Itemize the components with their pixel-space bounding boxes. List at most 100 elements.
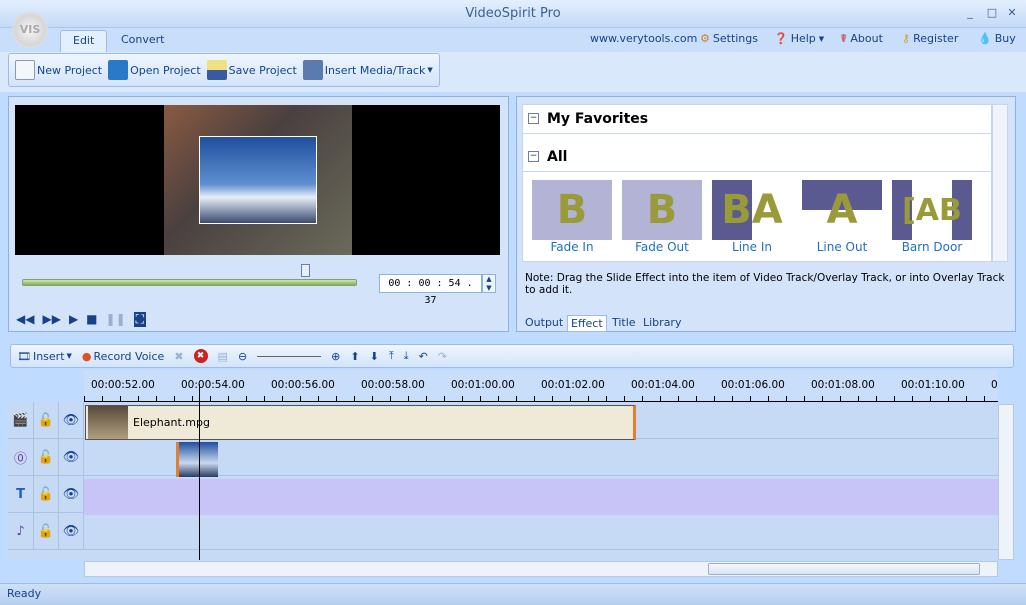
folder-icon bbox=[108, 60, 129, 80]
ruler-tick: 00:00:52.00 bbox=[91, 379, 155, 391]
effect-thumbnail: B bbox=[532, 180, 612, 240]
website-link[interactable]: www.verytools.com bbox=[590, 32, 697, 45]
move-bottom-icon[interactable]: ⤓ bbox=[404, 349, 409, 363]
insert-icon: 🎞 bbox=[17, 349, 31, 363]
effects-scrollbar[interactable] bbox=[992, 104, 1008, 262]
buy-button[interactable]: 💧 Buy bbox=[978, 32, 1016, 45]
lock-icon[interactable]: 🔓 bbox=[34, 439, 59, 476]
effect-fade-out[interactable]: B Fade Out bbox=[622, 180, 702, 254]
audio-track: ♪ 🔓 👁 bbox=[8, 513, 998, 550]
close-button[interactable]: ✕ bbox=[1004, 6, 1020, 20]
lock-icon[interactable]: 🔓 bbox=[34, 476, 59, 513]
about-icon: ☤ bbox=[840, 32, 848, 45]
lock-icon[interactable]: 🔓 bbox=[34, 513, 59, 550]
chevron-down-icon: ▼ bbox=[818, 34, 825, 43]
overlay-frame bbox=[199, 136, 317, 224]
play-icon[interactable]: ▶ bbox=[69, 312, 78, 326]
collapse-icon[interactable]: − bbox=[528, 113, 539, 124]
status-bar: Ready bbox=[0, 583, 1026, 605]
help-button[interactable]: ❓ Help ▼ bbox=[774, 32, 824, 45]
insert-button[interactable]: 🎞 Insert ▼ bbox=[17, 350, 72, 363]
new-project-button[interactable]: New Project bbox=[15, 60, 102, 80]
maximize-button[interactable]: □ bbox=[984, 6, 1000, 20]
time-spinner[interactable]: ▲ ▼ bbox=[482, 274, 496, 293]
overlay-clip[interactable] bbox=[176, 442, 218, 477]
main-toolbar: New Project Open Project Save Project In… bbox=[8, 53, 440, 87]
effect-thumbnail: B bbox=[622, 180, 702, 240]
tab-convert[interactable]: Convert bbox=[109, 30, 177, 52]
scrollbar-thumb[interactable] bbox=[708, 563, 980, 575]
remove-all-icon[interactable]: ✖ bbox=[193, 349, 208, 363]
playhead[interactable] bbox=[199, 384, 200, 560]
zoom-out-icon[interactable]: ⊖ bbox=[238, 350, 247, 363]
text-icon: T bbox=[8, 476, 34, 513]
effect-fade-in[interactable]: B Fade In bbox=[532, 180, 612, 254]
stop-icon[interactable]: ■ bbox=[86, 312, 97, 326]
open-project-button[interactable]: Open Project bbox=[108, 60, 201, 80]
music-icon: ♪ bbox=[8, 513, 34, 550]
eye-icon[interactable]: 👁 bbox=[59, 476, 84, 513]
key-icon: ⚷ bbox=[902, 32, 911, 45]
effects-note: Note: Drag the Slide Effect into the ite… bbox=[525, 272, 1005, 296]
drop-icon: 💧 bbox=[978, 32, 992, 45]
redo-icon[interactable]: ↷ bbox=[438, 350, 447, 363]
seek-thumb[interactable] bbox=[301, 264, 310, 277]
properties-icon[interactable]: ▤ bbox=[218, 350, 228, 363]
all-header[interactable]: − All bbox=[522, 142, 992, 172]
new-file-icon bbox=[15, 60, 35, 80]
zoom-slider[interactable] bbox=[257, 355, 322, 357]
about-button[interactable]: ☤ About bbox=[840, 32, 883, 45]
insert-media-button[interactable]: Insert Media/Track ▼ bbox=[302, 60, 433, 80]
rewind-icon[interactable]: ◀◀ bbox=[16, 312, 34, 326]
timeline-toolbar: 🎞 Insert ▼ ● Record Voice ✖ ✖ ▤ ⊖ ⊕ ⬆ ⬇ ⤒ ⤓… bbox=[10, 344, 1014, 368]
ruler-tick: 00:00:56.00 bbox=[271, 379, 335, 391]
effect-line-in[interactable]: BA Line In bbox=[712, 180, 792, 254]
eye-icon[interactable]: 👁 bbox=[59, 402, 84, 439]
delete-icon[interactable]: ✖ bbox=[174, 350, 183, 363]
collapse-icon[interactable]: − bbox=[528, 151, 539, 162]
clip-thumbnail bbox=[88, 406, 128, 439]
effect-line-out[interactable]: A Line Out bbox=[802, 180, 882, 254]
tab-library[interactable]: Library bbox=[640, 315, 684, 330]
timeline-ruler[interactable]: 00:00:52.00 00:00:54.00 00:00:56.00 00:0… bbox=[84, 370, 998, 402]
record-voice-button[interactable]: ● Record Voice bbox=[82, 350, 164, 363]
fullscreen-icon[interactable]: ⛶ bbox=[133, 311, 147, 327]
effect-thumbnail: BA bbox=[712, 180, 792, 240]
effect-thumbnail: A bbox=[802, 180, 882, 240]
ruler-tick: 00:01:02.00 bbox=[541, 379, 605, 391]
help-icon: ❓ bbox=[774, 32, 788, 45]
minimize-button[interactable]: _ bbox=[962, 6, 978, 20]
text-track-area[interactable] bbox=[84, 479, 998, 515]
chevron-down-icon: ▼ bbox=[427, 66, 433, 74]
lock-icon[interactable]: 🔓 bbox=[34, 402, 59, 439]
effect-thumbnail: [AB bbox=[892, 180, 972, 240]
fast-forward-icon[interactable]: ▶▶ bbox=[42, 312, 60, 326]
move-top-icon[interactable]: ⤒ bbox=[389, 349, 394, 363]
tab-edit[interactable]: Edit bbox=[60, 30, 108, 52]
eye-icon[interactable]: 👁 bbox=[59, 513, 84, 550]
vertical-scrollbar[interactable] bbox=[998, 404, 1014, 560]
eye-icon[interactable]: 👁 bbox=[59, 439, 84, 476]
chevron-down-icon: ▼ bbox=[66, 352, 72, 360]
tab-effect[interactable]: Effect bbox=[567, 315, 607, 332]
seek-slider[interactable] bbox=[22, 279, 357, 286]
tab-title[interactable]: Title bbox=[609, 315, 639, 330]
tab-output[interactable]: Output bbox=[522, 315, 566, 330]
pause-icon[interactable]: ❚❚ bbox=[106, 312, 126, 326]
time-input[interactable]: 00 : 00 : 54 . 37 bbox=[379, 274, 482, 306]
effect-barn-door[interactable]: [AB Barn Door bbox=[892, 180, 972, 254]
app-logo-button[interactable]: VIS bbox=[12, 12, 48, 48]
register-button[interactable]: ⚷ Register bbox=[902, 32, 958, 45]
favorites-header[interactable]: − My Favorites bbox=[522, 104, 992, 134]
move-up-icon[interactable]: ⬆ bbox=[350, 350, 359, 363]
overlay-track: ⓪ 🔓 👁 bbox=[8, 439, 998, 476]
ruler-tick: 00:01:00.00 bbox=[451, 379, 515, 391]
ruler-tick: 00:01:10.00 bbox=[901, 379, 965, 391]
settings-button[interactable]: ⚙ Settings bbox=[700, 32, 758, 45]
ruler-tick: 00:01:04.00 bbox=[631, 379, 695, 391]
clapper-icon: 🎬 bbox=[8, 402, 34, 439]
zoom-in-icon[interactable]: ⊕ bbox=[331, 350, 340, 363]
save-project-button[interactable]: Save Project bbox=[206, 60, 297, 80]
move-down-icon[interactable]: ⬇ bbox=[370, 350, 379, 363]
undo-icon[interactable]: ↶ bbox=[419, 350, 428, 363]
